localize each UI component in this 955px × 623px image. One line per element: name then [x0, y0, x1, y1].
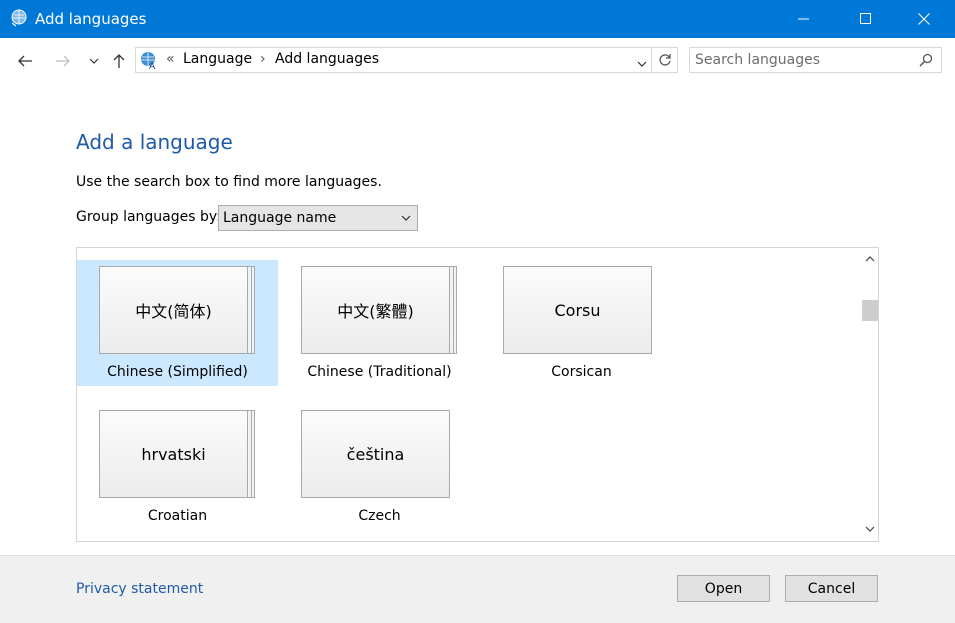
language-tile-corsican[interactable]: Corsu Corsican	[481, 260, 682, 386]
address-path[interactable]: A « Language › Add languages	[135, 47, 652, 73]
language-card: hrvatski	[99, 410, 248, 498]
language-card: 中文(繁體)	[301, 266, 450, 354]
language-card: Corsu	[503, 266, 652, 354]
chevron-down-icon	[401, 215, 411, 221]
recent-locations-button[interactable]	[83, 50, 105, 72]
language-name: Chinese (Traditional)	[307, 364, 452, 380]
language-globe-icon: A	[138, 50, 160, 74]
group-by-select[interactable]: Language name	[218, 205, 418, 231]
breadcrumb-language[interactable]: Language	[183, 51, 252, 67]
page-heading: Add a language	[76, 130, 233, 154]
language-card: 中文(简体)	[99, 266, 248, 354]
language-card: čeština	[301, 410, 450, 498]
scroll-up-button[interactable]	[861, 250, 878, 267]
instruction-text: Use the search box to find more language…	[76, 174, 382, 190]
chevron-down-icon	[89, 58, 99, 64]
address-dropdown-icon[interactable]	[637, 56, 647, 72]
up-arrow-icon	[113, 54, 125, 68]
title-bar: Add languages	[0, 0, 955, 38]
minimize-button[interactable]	[781, 0, 827, 38]
svg-text:A: A	[149, 62, 156, 70]
vertical-scrollbar[interactable]	[861, 248, 878, 541]
close-button[interactable]	[901, 0, 947, 38]
close-icon	[918, 13, 930, 25]
overflow-crumb[interactable]: «	[166, 51, 175, 67]
forward-button[interactable]	[52, 50, 74, 72]
language-tile-chinese-traditional[interactable]: 中文(繁體) Chinese (Traditional)	[279, 260, 480, 386]
globe-icon	[10, 9, 28, 27]
privacy-statement-link[interactable]: Privacy statement	[76, 581, 203, 597]
language-name: Corsican	[551, 364, 612, 380]
refresh-button[interactable]	[652, 47, 678, 73]
address-bar: A « Language › Add languages	[0, 38, 955, 82]
minimize-icon	[798, 18, 809, 20]
language-list: 中文(简体) Chinese (Simplified) 中文(繁體) Chine…	[76, 247, 879, 542]
chevron-down-icon	[865, 526, 874, 532]
language-tile-croatian[interactable]: hrvatski Croatian	[77, 404, 278, 530]
language-tile-chinese-simplified[interactable]: 中文(简体) Chinese (Simplified)	[77, 260, 278, 386]
search-box[interactable]	[689, 47, 942, 73]
group-by-label: Group languages by:	[76, 209, 221, 225]
cancel-button[interactable]: Cancel	[785, 575, 878, 602]
breadcrumb-add-languages[interactable]: Add languages	[275, 51, 379, 67]
up-button[interactable]	[108, 50, 130, 72]
scroll-down-button[interactable]	[861, 521, 878, 538]
refresh-icon	[658, 54, 671, 66]
language-name: Chinese (Simplified)	[107, 364, 248, 380]
language-name: Czech	[358, 508, 401, 524]
back-arrow-icon	[18, 55, 32, 67]
language-name: Croatian	[147, 508, 208, 524]
back-button[interactable]	[14, 50, 36, 72]
maximize-button[interactable]	[843, 0, 889, 38]
forward-arrow-icon	[56, 55, 70, 67]
window-title: Add languages	[35, 10, 147, 28]
search-input[interactable]	[695, 50, 910, 70]
scrollbar-thumb[interactable]	[862, 300, 878, 321]
group-by-value: Language name	[223, 210, 337, 226]
open-button[interactable]: Open	[677, 575, 770, 602]
search-icon[interactable]	[919, 53, 933, 71]
chevron-up-icon	[865, 256, 874, 262]
footer-bar: Privacy statement Open Cancel	[0, 555, 955, 623]
breadcrumb-separator: ›	[260, 51, 266, 67]
maximize-icon	[860, 13, 871, 24]
language-tile-czech[interactable]: čeština Czech	[279, 404, 480, 530]
